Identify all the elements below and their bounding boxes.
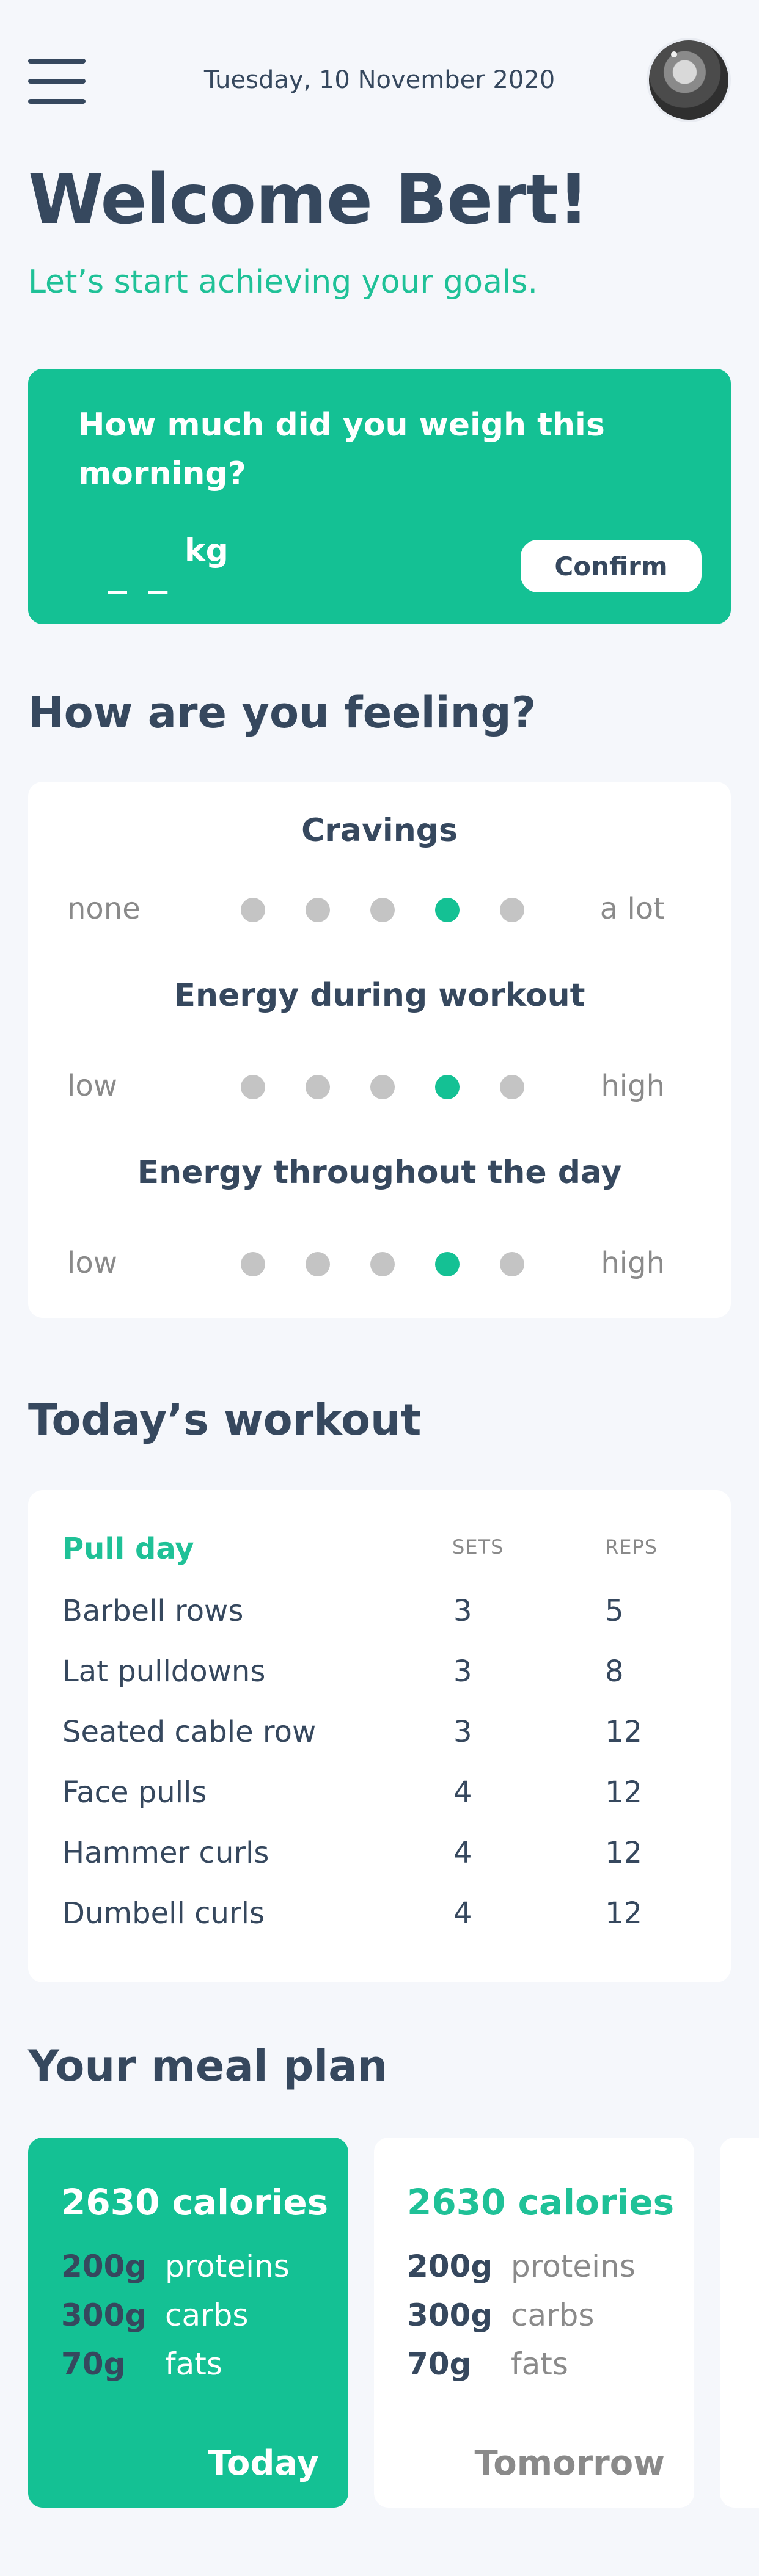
exercise-name: Barbell rows <box>62 1594 244 1628</box>
confirm-button[interactable]: Confirm <box>521 540 702 592</box>
meal-card-tomorrow[interactable]: 2630 calories 200g proteins 300g carbs 7… <box>374 2138 694 2508</box>
table-row: Lat pulldowns 3 8 <box>28 1654 731 1691</box>
workout-card: Pull day SETS REPS Barbell rows 3 5 Lat … <box>28 1490 731 1982</box>
macro-amount: 200g <box>407 2249 493 2284</box>
macro-amount: 70g <box>407 2346 472 2382</box>
macro-amount: 300g <box>407 2298 493 2333</box>
macro-name: proteins <box>165 2249 290 2284</box>
scale-heading-cravings: Cravings <box>301 812 458 849</box>
welcome-title: Welcome Bert! <box>28 160 589 239</box>
meal-calories: 2630 calories <box>407 2181 675 2223</box>
macro-name: fats <box>165 2346 222 2382</box>
macro-name: carbs <box>511 2298 595 2333</box>
meal-macro-row: 70g fats <box>61 2346 330 2383</box>
exercise-sets: 3 <box>453 1715 472 1749</box>
rating-dot-2[interactable] <box>306 1252 330 1276</box>
scale-high-label: high <box>601 1069 665 1103</box>
scale-low-label: low <box>67 1246 117 1280</box>
sets-header: SETS <box>452 1535 504 1559</box>
feelings-card: Cravings none a lot Energy during workou… <box>28 782 731 1318</box>
exercise-sets: 3 <box>453 1594 472 1628</box>
meal-macro-row: 300g carbs <box>61 2298 330 2334</box>
exercise-sets: 4 <box>453 1775 472 1810</box>
rating-dot-3[interactable] <box>370 1075 395 1099</box>
rating-dot-4[interactable] <box>435 1252 460 1276</box>
meal-macro-row: 200g proteins <box>407 2249 676 2285</box>
rating-dot-1[interactable] <box>241 898 265 922</box>
table-row: Face pulls 4 12 <box>28 1775 731 1812</box>
current-date: Tuesday, 10 November 2020 <box>204 66 556 94</box>
macro-name: carbs <box>165 2298 249 2333</box>
reps-header: REPS <box>605 1535 658 1559</box>
exercise-reps: 8 <box>605 1654 624 1689</box>
meal-day-label: Tomorrow <box>474 2443 666 2483</box>
weight-unit: kg <box>185 533 229 569</box>
rating-dot-3[interactable] <box>370 898 395 922</box>
macro-name: fats <box>511 2346 568 2382</box>
exercise-name: Seated cable row <box>62 1715 317 1749</box>
meal-macro-row: 300g carbs <box>407 2298 676 2334</box>
macro-amount: 200g <box>61 2249 147 2284</box>
table-row: Seated cable row 3 12 <box>28 1715 731 1752</box>
scale-heading-energy-workout: Energy during workout <box>174 977 585 1014</box>
macro-amount: 300g <box>61 2298 147 2333</box>
menu-line <box>28 59 86 64</box>
user-avatar[interactable] <box>647 38 731 122</box>
scale-low-label: low <box>67 1069 117 1103</box>
rating-dot-4[interactable] <box>435 898 460 922</box>
exercise-sets: 4 <box>453 1836 472 1870</box>
scale-heading-energy-day: Energy throughout the day <box>137 1154 622 1191</box>
table-row: Hammer curls 4 12 <box>28 1836 731 1872</box>
meal-macro-row: 70g fats <box>407 2346 676 2383</box>
exercise-name: Face pulls <box>62 1775 207 1810</box>
exercise-reps: 12 <box>605 1775 643 1810</box>
weight-card: How much did you weigh this morning? _ _… <box>28 369 731 624</box>
exercise-sets: 3 <box>453 1654 472 1689</box>
welcome-subtitle: Let’s start achieving your goals. <box>28 264 538 300</box>
macro-name: proteins <box>511 2249 636 2284</box>
meal-calories: 2630 calories <box>61 2181 329 2223</box>
rating-dot-5[interactable] <box>500 1252 524 1276</box>
rating-dot-5[interactable] <box>500 1075 524 1099</box>
meal-plan-title: Your meal plan <box>28 2041 388 2091</box>
exercise-reps: 12 <box>605 1715 643 1749</box>
rating-dot-1[interactable] <box>241 1252 265 1276</box>
meal-day-label: Today <box>208 2443 319 2483</box>
rating-dot-1[interactable] <box>241 1075 265 1099</box>
exercise-reps: 12 <box>605 1836 643 1870</box>
meal-macro-row: 200g proteins <box>61 2249 330 2285</box>
rating-dot-5[interactable] <box>500 898 524 922</box>
weight-question: How much did you weigh this morning? <box>78 407 605 492</box>
exercise-name: Lat pulldowns <box>62 1654 266 1689</box>
exercise-reps: 5 <box>605 1594 624 1628</box>
exercise-name: Dumbell curls <box>62 1896 265 1930</box>
workout-title: Today’s workout <box>28 1395 422 1445</box>
feelings-title: How are you feeling? <box>28 688 537 738</box>
rating-dot-3[interactable] <box>370 1252 395 1276</box>
table-row: Barbell rows 3 5 <box>28 1594 731 1631</box>
rating-dot-2[interactable] <box>306 898 330 922</box>
weight-input[interactable]: _ _ <box>108 550 171 595</box>
meal-card-next-partial[interactable] <box>720 2138 759 2508</box>
exercise-name: Hammer curls <box>62 1836 270 1870</box>
exercise-reps: 12 <box>605 1896 643 1930</box>
table-row: Dumbell curls 4 12 <box>28 1896 731 1933</box>
workout-day: Pull day <box>62 1532 194 1566</box>
scale-high-label: a lot <box>600 892 665 926</box>
menu-line <box>28 99 86 104</box>
rating-dot-2[interactable] <box>306 1075 330 1099</box>
scale-high-label: high <box>601 1246 665 1280</box>
macro-amount: 70g <box>61 2346 126 2382</box>
meal-card-today[interactable]: 2630 calories 200g proteins 300g carbs 7… <box>28 2138 348 2508</box>
rating-dot-4[interactable] <box>435 1075 460 1099</box>
exercise-sets: 4 <box>453 1896 472 1930</box>
scale-low-label: none <box>67 892 141 926</box>
